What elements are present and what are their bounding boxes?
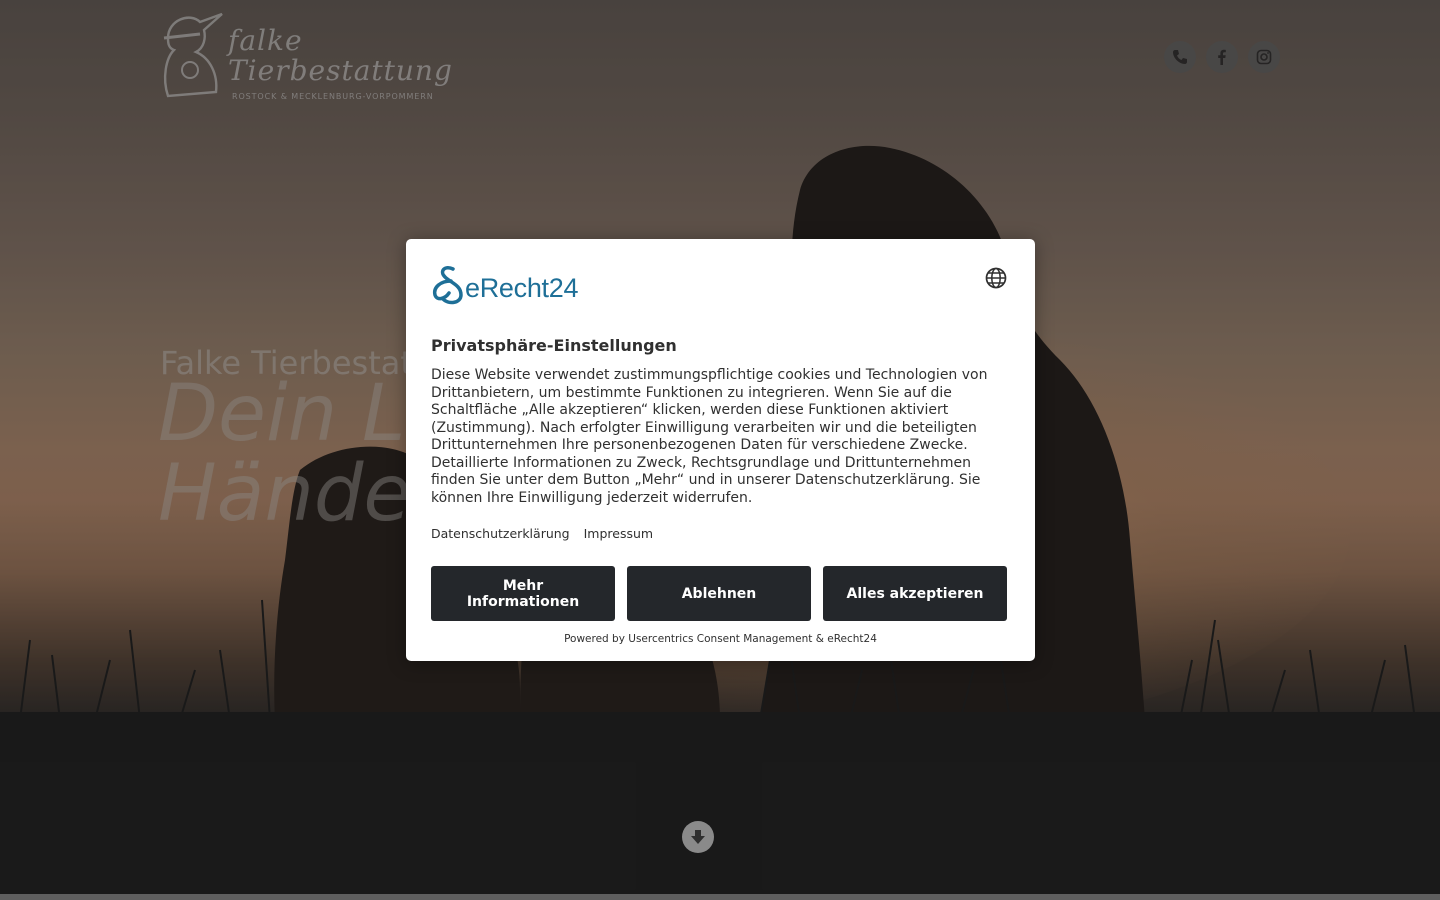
consent-title: Privatsphäre-Einstellungen <box>431 336 677 355</box>
language-button[interactable] <box>984 266 1008 290</box>
consent-body-text: Diese Website verwendet zustimmungspflic… <box>431 367 988 506</box>
imprint-link[interactable]: Impressum <box>584 526 653 541</box>
erecht24-mark-icon <box>432 265 463 305</box>
accept-all-button[interactable]: Alles akzeptieren <box>823 566 1007 621</box>
arrow-down-circle-icon <box>691 830 705 844</box>
consent-links: Datenschutzerklärung Impressum <box>431 526 663 541</box>
consent-dialog: eRecht24 Privatsphäre-Einstellungen Dies… <box>406 239 1035 661</box>
deny-button[interactable]: Ablehnen <box>627 566 811 621</box>
privacy-policy-link[interactable]: Datenschutzerklärung <box>431 526 570 541</box>
powered-by-text: Powered by Usercentrics Consent Manageme… <box>564 633 877 645</box>
globe-icon <box>985 267 1007 289</box>
erecht24-logo: eRecht24 <box>431 265 601 305</box>
scroll-down-button[interactable] <box>682 821 714 853</box>
brand-name: eRecht24 <box>465 273 579 303</box>
more-info-button[interactable]: Mehr Informationen <box>431 566 615 621</box>
